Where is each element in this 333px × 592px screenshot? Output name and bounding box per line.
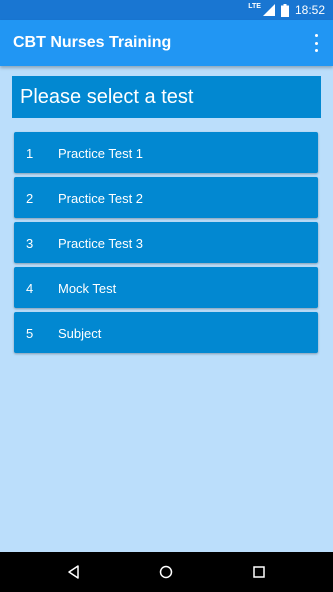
- test-label: Subject: [58, 326, 102, 341]
- lte-label: LTE: [248, 2, 261, 10]
- back-icon[interactable]: [66, 564, 82, 580]
- test-label: Practice Test 2: [58, 191, 144, 206]
- test-number: 1: [26, 146, 34, 161]
- select-test-header: Please select a test: [12, 76, 321, 118]
- test-label: Mock Test: [58, 281, 117, 296]
- test-item-mock[interactable]: 4 Mock Test: [14, 267, 318, 308]
- navigation-bar: [0, 552, 333, 592]
- status-bar: LTE 18:52: [0, 0, 333, 20]
- signal-icon: [262, 4, 275, 16]
- more-vert-icon[interactable]: [309, 34, 323, 52]
- battery-icon: [280, 3, 289, 17]
- home-icon[interactable]: [158, 564, 174, 580]
- test-item-practice-1[interactable]: 1 Practice Test 1: [14, 132, 318, 173]
- test-item-practice-3[interactable]: 3 Practice Test 3: [14, 222, 318, 263]
- status-icons: LTE 18:52: [248, 0, 325, 20]
- clock: 18:52: [294, 3, 325, 17]
- test-item-practice-2[interactable]: 2 Practice Test 2: [14, 177, 318, 218]
- test-label: Practice Test 3: [58, 236, 144, 251]
- header-text: Please select a test: [20, 86, 194, 108]
- test-list: 1 Practice Test 1 2 Practice Test 2 3 Pr…: [14, 132, 318, 357]
- test-number: 2: [26, 191, 34, 206]
- recents-icon[interactable]: [251, 564, 267, 580]
- test-label: Practice Test 1: [58, 146, 144, 161]
- app-bar: CBT Nurses Training: [0, 20, 333, 66]
- test-item-subject[interactable]: 5 Subject: [14, 312, 318, 353]
- app-title: CBT Nurses Training: [13, 34, 172, 51]
- test-number: 3: [26, 236, 34, 251]
- test-number: 4: [26, 281, 34, 296]
- test-number: 5: [26, 326, 34, 341]
